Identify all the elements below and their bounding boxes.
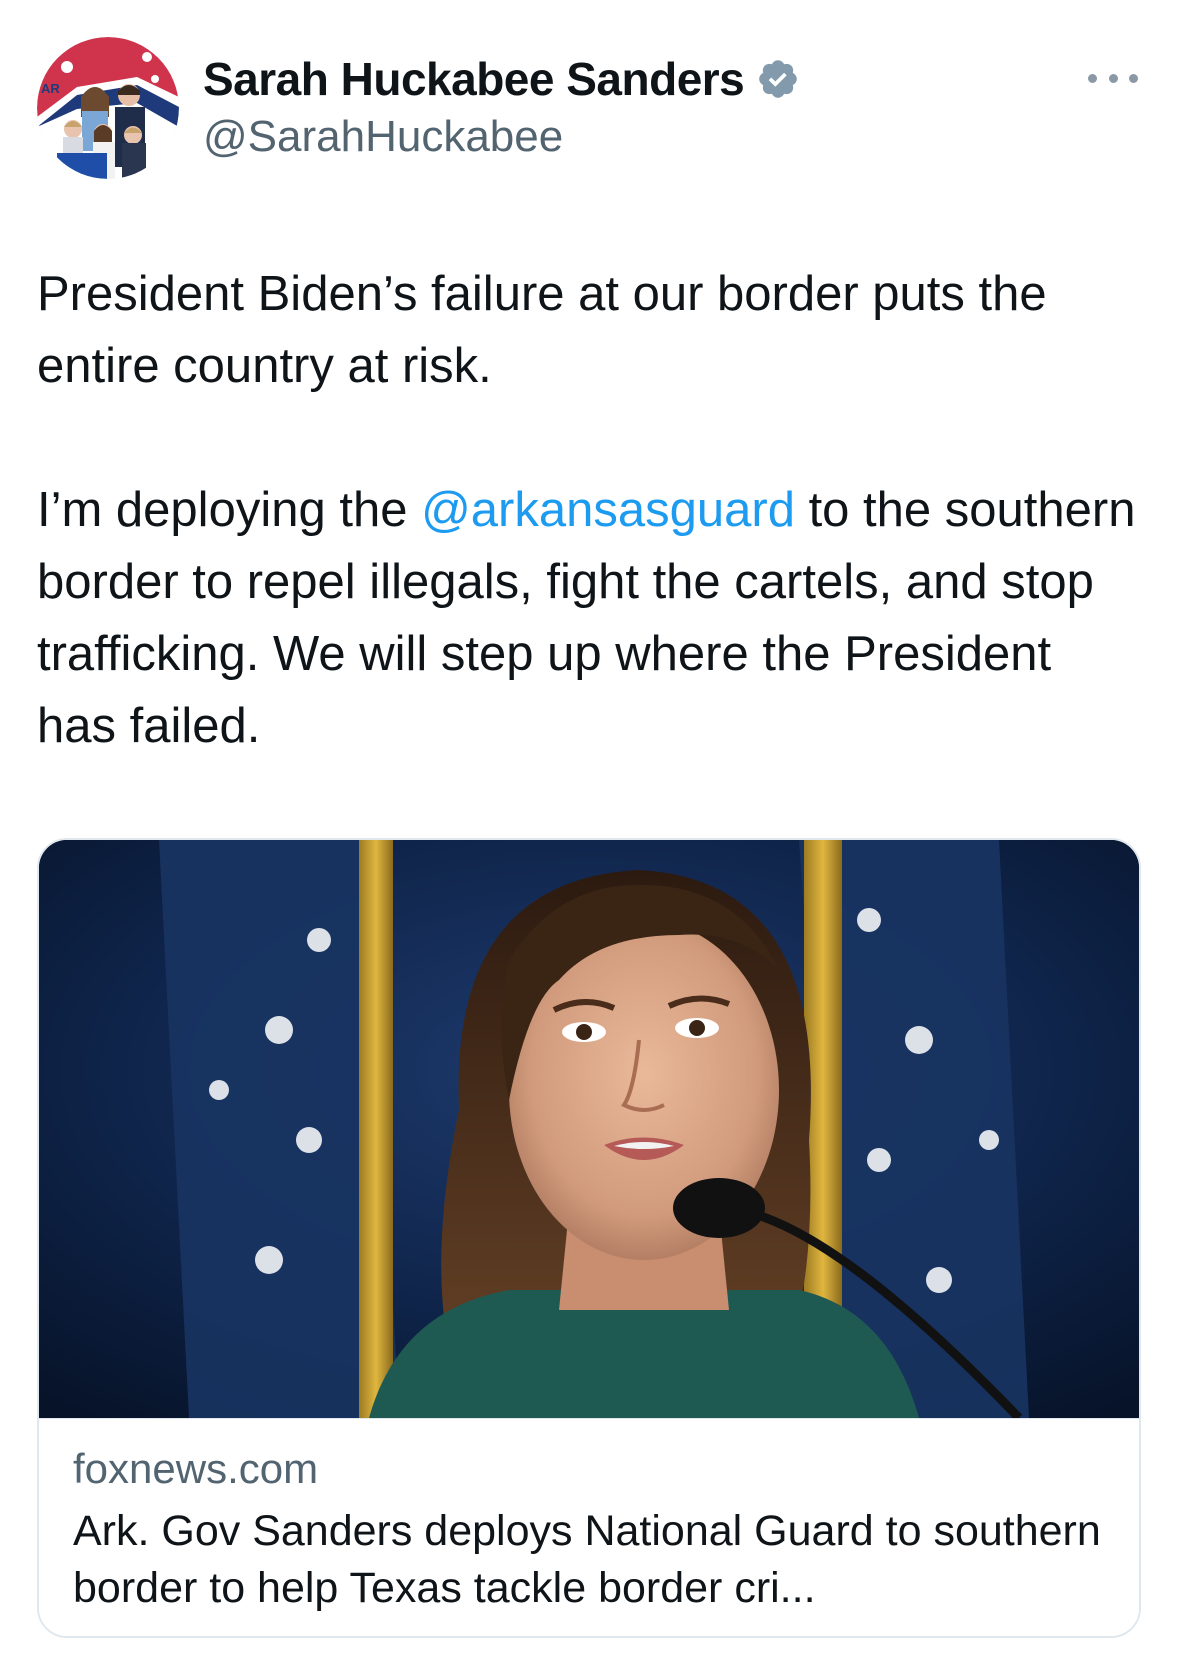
link-card-domain: foxnews.com bbox=[73, 1445, 319, 1492]
more-dot-1 bbox=[1088, 73, 1097, 83]
verified-badge-icon bbox=[756, 57, 800, 101]
link-card-info[interactable]: foxnews.com Ark. Gov Sanders deploys Nat… bbox=[39, 1418, 1139, 1636]
tweet: AR Sarah Huckabee Sanders @SarahHuckabee… bbox=[0, 0, 1179, 1657]
mention-link[interactable]: @arkansasguard bbox=[421, 483, 795, 537]
user-handle[interactable]: @SarahHuckabee bbox=[203, 112, 563, 162]
avatar[interactable]: AR bbox=[37, 37, 179, 179]
more-dot-3 bbox=[1129, 73, 1138, 83]
avatar-text: AR bbox=[41, 81, 60, 96]
link-card-image[interactable] bbox=[39, 840, 1139, 1418]
tweet-text-before-mention: I’m deploying the bbox=[37, 483, 422, 537]
display-name-text: Sarah Huckabee Sanders bbox=[203, 53, 745, 105]
link-card[interactable]: foxnews.com Ark. Gov Sanders deploys Nat… bbox=[37, 838, 1141, 1638]
tweet-paragraph-1: President Biden’s failure at our border … bbox=[37, 267, 1047, 393]
more-options-icon[interactable] bbox=[1088, 64, 1138, 92]
more-dot-2 bbox=[1108, 73, 1118, 83]
display-name[interactable]: Sarah Huckabee Sanders bbox=[203, 52, 800, 106]
tweet-text: President Biden’s failure at our border … bbox=[37, 258, 1137, 762]
link-card-title: Ark. Gov Sanders deploys National Guard … bbox=[73, 1507, 1101, 1612]
tweet-paragraph-2: I’m deploying the @arkansasguard to the … bbox=[37, 474, 1137, 762]
